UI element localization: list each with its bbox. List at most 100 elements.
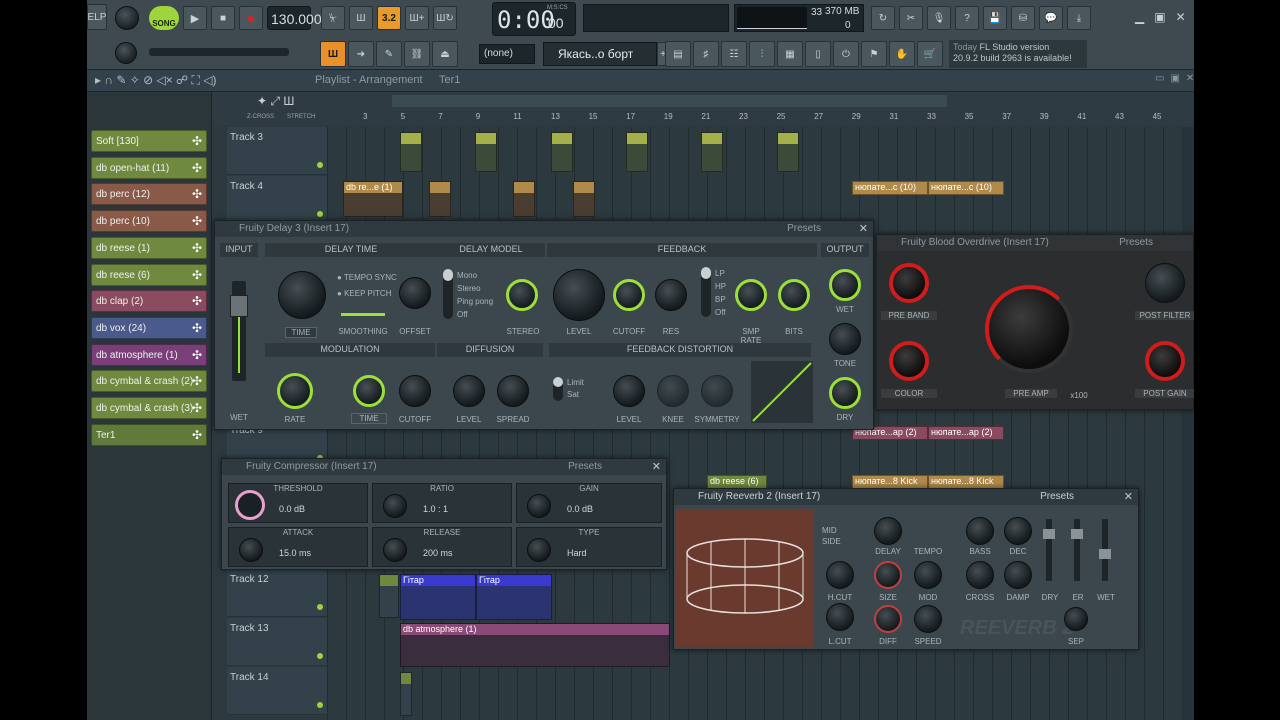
damp-knob[interactable] <box>1004 561 1032 589</box>
filter-option[interactable]: HP <box>715 280 735 293</box>
time-display[interactable]: 0:00 00 M:S:CS <box>492 2 576 36</box>
pattern-add-icon[interactable]: ✣ <box>192 428 202 442</box>
audio-clip[interactable]: нюпате...с (10) <box>928 181 1004 195</box>
dist-level-knob[interactable] <box>613 375 645 407</box>
audio-clip[interactable] <box>551 132 573 172</box>
stereo-knob[interactable] <box>506 279 538 311</box>
compressor-titlebar[interactable]: Fruity Compressor (Insert 17) Presets ✕ <box>222 459 666 475</box>
reeverb-presets[interactable]: Presets <box>1040 491 1074 502</box>
fruity-reeverb-window[interactable]: Fruity Reeverb 2 (Insert 17) Presets ✕ M… <box>673 488 1139 650</box>
keep-pitch-toggle[interactable]: ● KEEP PITCH <box>337 289 397 298</box>
help-icon[interactable]: ? <box>955 6 979 30</box>
pattern-add-icon[interactable]: ✣ <box>192 321 202 335</box>
release-cell[interactable]: RELEASE 200 ms <box>372 527 512 567</box>
type-cell[interactable]: TYPE Hard <box>516 527 662 567</box>
pattern-item[interactable]: db atmosphere (1) ✣ <box>91 343 207 366</box>
audio-clip[interactable] <box>429 181 451 217</box>
save-icon[interactable]: 💾 <box>983 6 1007 30</box>
postgain-knob[interactable] <box>1145 341 1185 381</box>
mid-side-toggle[interactable]: MID SIDE <box>822 525 858 547</box>
pattern-add-icon[interactable]: ✣ <box>192 161 202 175</box>
side-option[interactable]: SIDE <box>822 536 858 547</box>
offset-knob[interactable] <box>399 277 431 309</box>
sep-knob[interactable] <box>1064 607 1088 631</box>
ratio-cell[interactable]: RATIO 1.0 : 1 <box>372 483 512 523</box>
track-header[interactable]: Track 4 <box>227 176 327 224</box>
hcut-knob[interactable] <box>826 561 854 589</box>
audio-clip[interactable] <box>573 181 595 217</box>
pattern-item[interactable]: db reese (1) ✣ <box>91 236 207 259</box>
pattern-add-icon[interactable]: ✣ <box>192 348 202 362</box>
mod-knob[interactable] <box>914 561 942 589</box>
file-icon[interactable]: ▯ <box>805 41 831 67</box>
lcut-knob[interactable] <box>826 603 854 631</box>
bits-knob[interactable] <box>778 279 810 311</box>
limit-option[interactable]: Limit <box>567 377 597 389</box>
bass-knob[interactable] <box>966 517 994 545</box>
wait-input-icon[interactable]: Ш <box>349 6 373 30</box>
pattern-item[interactable]: db reese (6) ✣ <box>91 263 207 286</box>
spread-knob[interactable] <box>497 375 529 407</box>
wet-knob[interactable] <box>829 269 861 301</box>
close-icon[interactable]: ✕ <box>1124 490 1133 503</box>
timeline-ruler[interactable]: 3 5 7 9 11 13 15 17 19 21 23 25 27 29 31 33 35 37 39 41 43 45 <box>327 112 1182 126</box>
chat-icon[interactable]: 💬 <box>1039 6 1063 30</box>
pattern-item[interactable]: db vox (24) ✣ <box>91 316 207 339</box>
tone-knob[interactable] <box>829 323 861 355</box>
pattern-add-icon[interactable]: ✣ <box>192 187 202 201</box>
er-fader[interactable] <box>1071 519 1083 581</box>
audio-clip[interactable]: db re...e (1) <box>343 181 403 217</box>
audio-clip[interactable]: db reese (6) <box>707 475 767 489</box>
playlist-menu-icon[interactable]: ▸ ∩ ✎ ✧ ⊘ ◁× ☍ ⛶ ◁) <box>95 73 217 88</box>
mod-cutoff-knob[interactable] <box>399 375 431 407</box>
audio-clip[interactable] <box>777 132 799 172</box>
pattern-item[interactable]: db perc (10) ✣ <box>91 210 207 233</box>
audio-clip[interactable]: нюпате...8 Kick <box>928 475 1004 489</box>
loop-record-icon[interactable]: Ш↻ <box>433 6 457 30</box>
audio-clip[interactable] <box>400 132 422 172</box>
track-header[interactable]: Track 13 <box>227 618 327 666</box>
news-panel[interactable]: Today FL Studio version 20.9.2 build 296… <box>949 40 1087 68</box>
postfilter-knob[interactable] <box>1145 263 1185 303</box>
blood-overdrive-window[interactable]: Fruity Blood Overdrive (Insert 17) Prese… <box>876 234 1194 410</box>
window-controls[interactable]: ▁▣✕ <box>1135 10 1194 24</box>
stop-button[interactable]: ■ <box>211 6 235 30</box>
diffusion-level-knob[interactable] <box>453 375 485 407</box>
track-mute-led[interactable] <box>317 211 323 217</box>
step-edit-icon[interactable]: 3.2 <box>377 6 401 30</box>
limit-sat-switch[interactable] <box>553 377 563 401</box>
sat-option[interactable]: Sat <box>567 389 597 401</box>
snap-icon[interactable]: ✦ ⤢ Ш <box>257 94 294 109</box>
res-knob[interactable] <box>655 279 687 311</box>
playlist-window-controls[interactable]: ▭▣✕ <box>1155 73 1194 84</box>
refresh-icon[interactable]: ↻ <box>871 6 895 30</box>
attack-cell[interactable]: ATTACK 15.0 ms <box>228 527 368 567</box>
pattern-add-icon[interactable]: ✣ <box>192 374 202 388</box>
delay-presets[interactable]: Presets <box>787 223 821 234</box>
midi-clip[interactable]: Гітар <box>400 574 476 620</box>
metronome-icon[interactable]: ⏧ <box>321 6 345 30</box>
cutoff-knob[interactable] <box>613 279 645 311</box>
delay-knob[interactable] <box>874 517 902 545</box>
audio-clip[interactable] <box>379 574 399 618</box>
compressor-presets[interactable]: Presets <box>568 461 602 472</box>
audio-clip[interactable]: db atmosphere (1) <box>400 623 670 667</box>
gain-knob[interactable] <box>527 494 551 518</box>
model-switch[interactable] <box>443 269 453 319</box>
track-header[interactable]: Track 12 <box>227 569 327 617</box>
pattern-add-icon[interactable]: ✣ <box>192 134 202 148</box>
track-mute-led[interactable] <box>317 653 323 659</box>
filter-switch[interactable] <box>701 267 711 317</box>
attack-knob[interactable] <box>239 538 263 562</box>
overview-bar[interactable] <box>392 95 947 107</box>
threshold-cell[interactable]: THRESHOLD 0.0 dB <box>228 483 368 523</box>
pattern-item[interactable]: db open-hat (11) ✣ <box>91 156 207 179</box>
pattern-item[interactable]: Soft [130] ✣ <box>91 130 207 152</box>
blend-notes-icon[interactable]: Ш+ <box>405 6 429 30</box>
master-pitch-knob[interactable] <box>115 42 137 64</box>
track-header[interactable]: Track 14 <box>227 667 327 715</box>
pattern-item[interactable]: Ter1 ✣ <box>91 423 207 446</box>
x100-label[interactable]: x100 <box>1067 391 1091 400</box>
render-icon[interactable]: ⛁ <box>1011 6 1035 30</box>
time-button[interactable]: TIME <box>285 327 317 338</box>
